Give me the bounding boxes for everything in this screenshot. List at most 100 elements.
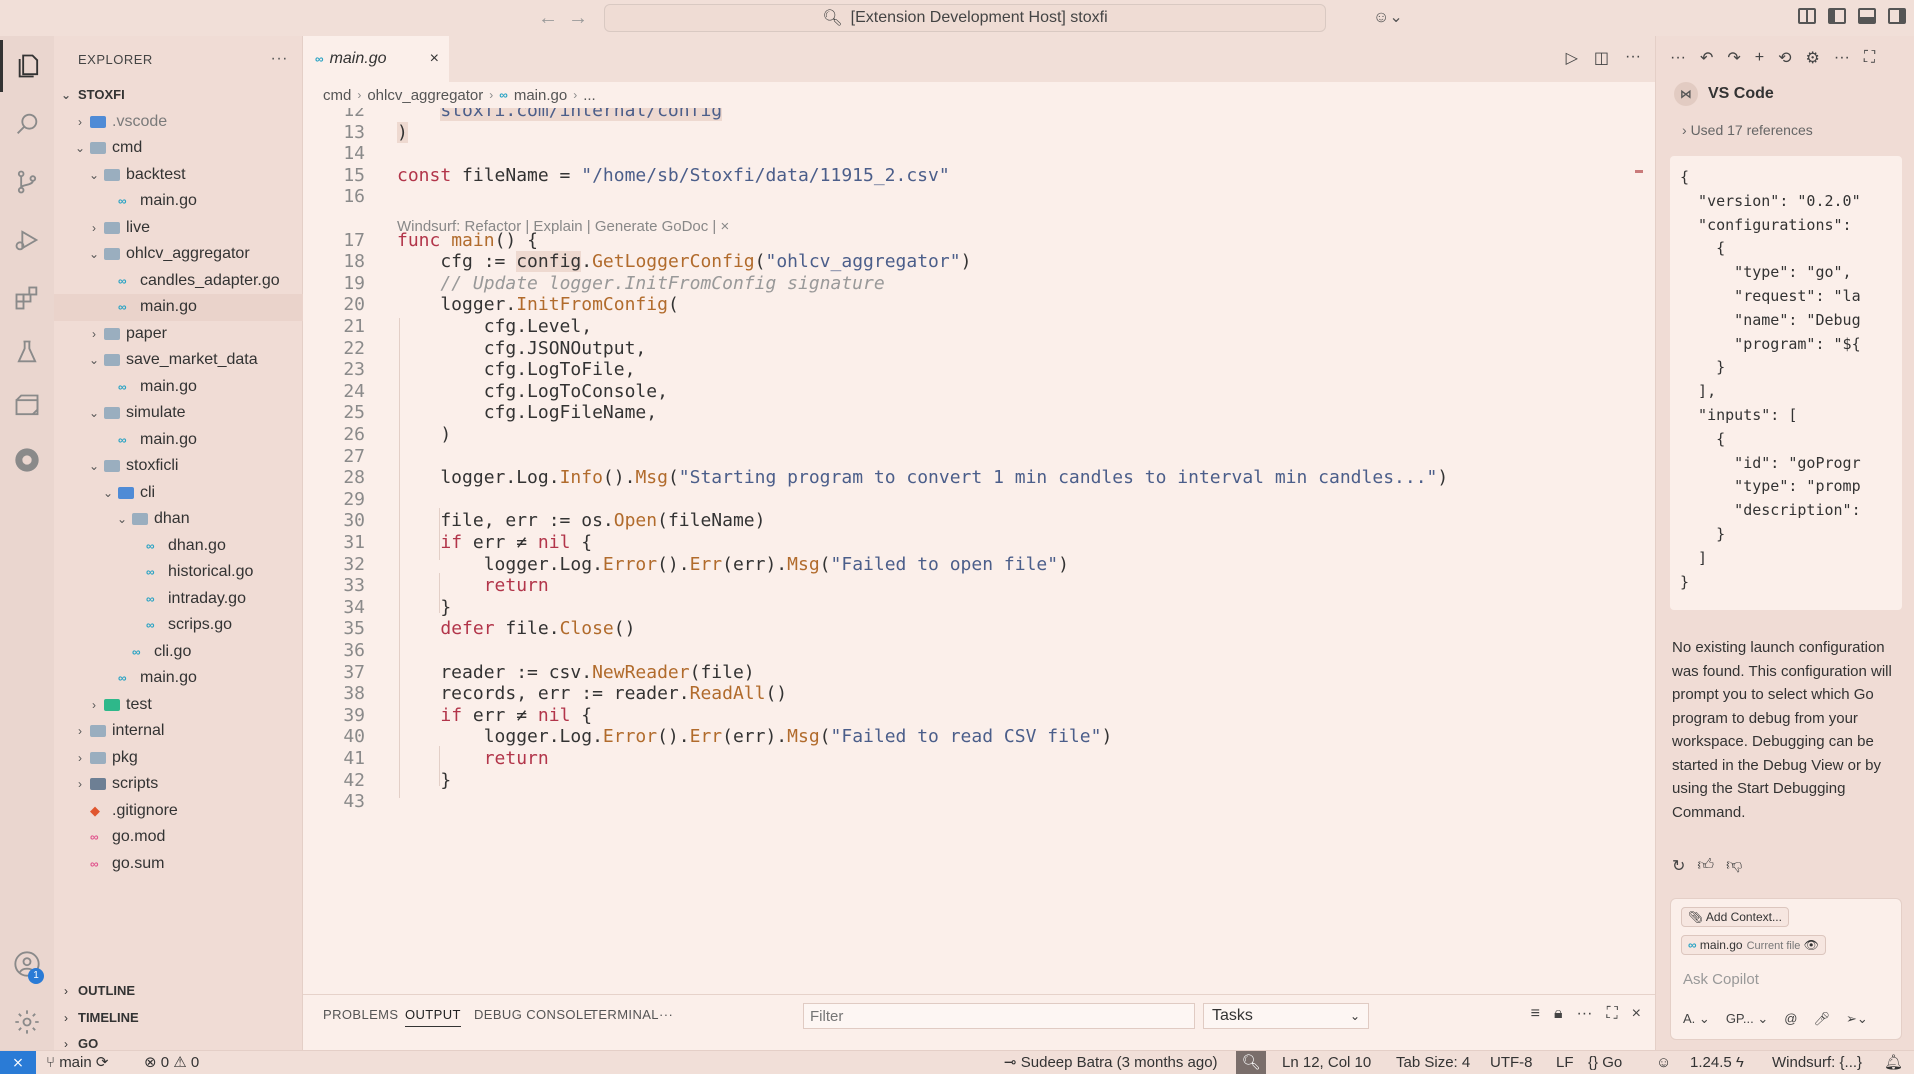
tree-item[interactable]: › scripts [54, 771, 303, 798]
copilot-menu-icon[interactable]: ☺⌄ [1373, 6, 1413, 30]
settings-gear-icon[interactable] [0, 996, 54, 1048]
toggle-primary-sidebar-icon[interactable] [1828, 8, 1846, 24]
run-icon[interactable]: ▷ [1566, 48, 1578, 68]
more-actions-icon[interactable]: ··· [271, 50, 288, 68]
clear-output-icon[interactable]: ≡ [1531, 1005, 1540, 1023]
more-actions-icon[interactable]: ··· [1576, 1005, 1592, 1023]
customize-layout-icon[interactable] [1798, 8, 1816, 24]
retry-icon[interactable]: ↻ [1672, 856, 1685, 876]
tree-item[interactable]: ∞ cli.go [54, 639, 303, 666]
breadcrumb-item[interactable]: main.go [514, 87, 567, 104]
toggle-panel-icon[interactable] [1858, 8, 1876, 24]
close-panel-icon[interactable]: × [1632, 1005, 1641, 1023]
language-mode[interactable]: {} Go [1588, 1051, 1622, 1074]
tab-size[interactable]: Tab Size: 4 [1396, 1051, 1470, 1074]
toggle-secondary-sidebar-icon[interactable] [1888, 8, 1906, 24]
tree-item[interactable]: ∞ candles_adapter.go [54, 268, 303, 295]
problems-indicator[interactable]: ⊗ 0 ⚠ 0 [144, 1051, 199, 1074]
more-actions-icon[interactable]: ··· [1834, 49, 1850, 67]
go-version[interactable]: 1.24.5 ϟ [1690, 1051, 1744, 1074]
section-outline[interactable]: › OUTLINE [54, 978, 303, 1005]
section-timeline[interactable]: › TIMELINE [54, 1005, 303, 1032]
tree-item[interactable]: ⌄ dhan [54, 506, 303, 533]
breadcrumb-item[interactable]: ... [583, 87, 596, 104]
kubernetes-icon[interactable] [0, 434, 54, 486]
ask-copilot-input[interactable]: Ask Copilot [1683, 971, 1759, 988]
branch-indicator[interactable]: ⑂ main ⟳ [46, 1051, 108, 1074]
tree-item[interactable]: ∞ main.go [54, 427, 303, 454]
breadcrumb-item[interactable]: cmd [323, 87, 351, 104]
tree-item[interactable]: ⌄ save_market_data [54, 347, 303, 374]
tree-item[interactable]: ∞ dhan.go [54, 533, 303, 560]
encoding[interactable]: UTF-8 [1490, 1051, 1533, 1074]
workspace-root[interactable]: ⌄ STOXFI [54, 82, 303, 109]
tree-item[interactable]: ⌄ backtest [54, 162, 303, 189]
model-picker[interactable]: GP... ⌄ [1726, 1011, 1768, 1027]
panel-tab-output[interactable]: OUTPUT [405, 1007, 461, 1027]
notifications-bell-icon[interactable]: 🔔︎ [1884, 1051, 1903, 1074]
tree-item[interactable]: ⌄ stoxficli [54, 453, 303, 480]
tree-item[interactable]: ◆ .gitignore [54, 798, 303, 825]
tree-item[interactable]: ⌄ ohlcv_aggregator [54, 241, 303, 268]
end-of-line[interactable]: LF [1556, 1051, 1574, 1074]
lock-icon[interactable]: 🔒︎ [1554, 1005, 1563, 1023]
current-file-chip[interactable]: ∞ main.go Current file 👁︎ [1681, 935, 1826, 955]
tree-item[interactable]: › pkg [54, 745, 303, 772]
thumbs-up-icon[interactable]: 👍︎ [1697, 856, 1714, 876]
tree-item[interactable]: ∞ intraday.go [54, 586, 303, 613]
mention-icon[interactable]: @ [1784, 1011, 1797, 1027]
explorer-icon[interactable] [0, 40, 54, 92]
panel-tab-problems[interactable]: PROBLEMS [323, 1007, 398, 1022]
split-editor-icon[interactable]: ◫ [1594, 48, 1609, 68]
tree-item[interactable]: ⌄ cmd [54, 135, 303, 162]
tree-item[interactable]: ∞ go.sum [54, 851, 303, 878]
tree-item[interactable]: › test [54, 692, 303, 719]
send-icon[interactable]: ➢⌄ [1846, 1011, 1868, 1027]
undo-icon[interactable]: ↶ [1700, 48, 1713, 68]
remote-indicator-icon[interactable]: ⨯ [0, 1051, 36, 1074]
history-icon[interactable]: ⟲ [1778, 48, 1791, 68]
remote-explorer-icon[interactable] [0, 380, 54, 432]
panel-tab-debug-console[interactable]: DEBUG CONSOLE [474, 1007, 593, 1022]
maximize-panel-icon[interactable]: ⛶ [1606, 1005, 1617, 1023]
tree-item[interactable]: ⌄ cli [54, 480, 303, 507]
panel-tab-terminal[interactable]: TERMINAL [590, 1007, 659, 1022]
tree-item[interactable]: ∞ historical.go [54, 559, 303, 586]
tree-item[interactable]: › live [54, 215, 303, 242]
tree-item[interactable]: ∞ main.go [54, 294, 303, 321]
more-actions-icon[interactable]: ··· [1670, 49, 1686, 67]
more-actions-icon[interactable]: ··· [1625, 48, 1641, 68]
tree-item[interactable]: ∞ main.go [54, 188, 303, 215]
settings-gear-icon[interactable]: ⚙ [1806, 48, 1820, 68]
tree-item[interactable]: ∞ scrips.go [54, 612, 303, 639]
tree-item[interactable]: › paper [54, 321, 303, 348]
close-icon[interactable]: × [430, 50, 439, 68]
back-arrow-icon[interactable]: ← [536, 6, 560, 30]
code-editor[interactable]: 12 stoxfi.com/internal/config 13) 14 15 cons… [303, 108, 1643, 994]
redo-icon[interactable]: ↷ [1727, 48, 1740, 68]
extensions-icon[interactable] [0, 272, 54, 324]
search-icon[interactable] [0, 98, 54, 150]
tree-item[interactable]: › .vscode [54, 109, 303, 136]
more-actions-icon[interactable]: ··· [659, 1007, 673, 1022]
run-debug-icon[interactable] [0, 214, 54, 266]
tree-item[interactable]: › internal [54, 718, 303, 745]
sync-icon[interactable]: ⟳ [96, 1054, 109, 1071]
filter-input[interactable] [803, 1003, 1195, 1029]
eye-icon[interactable]: 👁︎ [1804, 938, 1819, 952]
accounts-icon[interactable]: 1 [0, 938, 54, 990]
new-chat-icon[interactable]: + [1755, 49, 1764, 67]
tasks-select[interactable]: Tasks ⌄ [1203, 1003, 1369, 1029]
command-center[interactable]: 🔍︎ [Extension Development Host] stoxfi [604, 4, 1326, 32]
tab-main-go[interactable]: ∞ main.go × [303, 36, 449, 82]
microphone-icon[interactable]: 🎤︎ [1813, 1011, 1830, 1027]
forward-arrow-icon[interactable]: → [566, 6, 590, 30]
copilot-status-icon[interactable]: ☺ [1656, 1051, 1671, 1074]
thumbs-down-icon[interactable]: 👎︎ [1726, 856, 1742, 876]
zoom-icon[interactable]: 🔍︎ [1236, 1051, 1266, 1074]
tree-item[interactable]: ∞ go.mod [54, 824, 303, 851]
used-references[interactable]: › Used 17 references [1682, 122, 1813, 138]
mode-picker[interactable]: A. ⌄ [1683, 1011, 1710, 1027]
tree-item[interactable]: ⌄ simulate [54, 400, 303, 427]
add-context-button[interactable]: 📎︎ Add Context... [1681, 907, 1789, 927]
